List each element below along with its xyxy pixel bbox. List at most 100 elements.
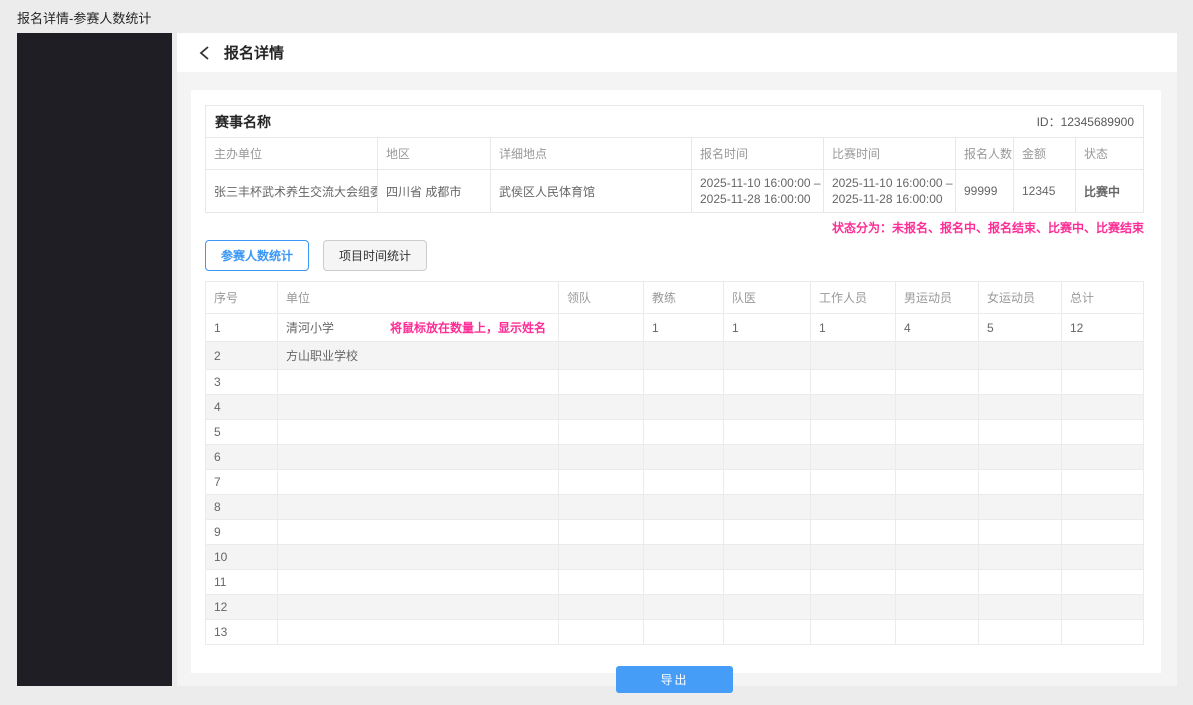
table-cell (644, 545, 724, 570)
table-row: 6 (206, 445, 1144, 470)
table-cell (278, 620, 559, 645)
table-cell (811, 420, 896, 445)
table-cell (811, 370, 896, 395)
hover-hint: 将鼠标放在数量上，显示姓名 (390, 319, 546, 336)
column-header: 女运动员 (979, 282, 1062, 314)
table-cell (278, 470, 559, 495)
table-row: 11 (206, 570, 1144, 595)
table-cell (1062, 620, 1144, 645)
table-cell (979, 520, 1062, 545)
main-content: 报名详情 赛事名称 ID：12345689900 主办单位地区详细地点报名时间比… (177, 33, 1177, 686)
table-row: 3 (206, 370, 1144, 395)
table-cell (979, 470, 1062, 495)
stats-header-row: 序号单位领队教练队医工作人员男运动员女运动员总计 (206, 282, 1144, 314)
export-button[interactable]: 导出 (616, 666, 732, 693)
header-bar: 报名详情 (177, 33, 1177, 72)
table-cell (811, 595, 896, 620)
match-time-cell: 2025-11-10 16:00:00 – 2025-11-28 16:00:0… (824, 170, 956, 213)
column-header: 工作人员 (811, 282, 896, 314)
table-cell (644, 620, 724, 645)
table-cell (811, 620, 896, 645)
table-cell (811, 495, 896, 520)
table-cell (1062, 570, 1144, 595)
event-name-label: 赛事名称 (215, 112, 271, 132)
table-cell (896, 420, 979, 445)
table-row: 13 (206, 620, 1144, 645)
table-cell (559, 595, 644, 620)
table-cell (896, 445, 979, 470)
back-button[interactable] (198, 45, 212, 61)
table-cell (644, 520, 724, 545)
table-cell: 9 (206, 520, 278, 545)
table-cell: 2 (206, 342, 278, 370)
table-cell (724, 395, 811, 420)
table-cell (896, 370, 979, 395)
table-cell (979, 445, 1062, 470)
table-cell (979, 370, 1062, 395)
table-cell (559, 520, 644, 545)
tab-bar: 参赛人数统计 项目时间统计 (205, 240, 1144, 271)
column-header: 报名人数 (956, 138, 1014, 170)
event-info-header-row: 主办单位地区详细地点报名时间比赛时间报名人数金额状态 (206, 138, 1144, 170)
table-cell (644, 445, 724, 470)
table-cell (559, 470, 644, 495)
column-header: 主办单位 (206, 138, 378, 170)
table-cell (1062, 445, 1144, 470)
table-cell (724, 445, 811, 470)
status-legend: 状态分为：未报名、报名中、报名结束、比赛中、比赛结束 (205, 219, 1144, 236)
table-cell (1062, 595, 1144, 620)
table-cell (979, 342, 1062, 370)
export-row: 导出 (205, 666, 1144, 693)
table-cell (1062, 545, 1144, 570)
table-cell (644, 570, 724, 595)
table-cell (559, 342, 644, 370)
tab-project-time-stats[interactable]: 项目时间统计 (323, 240, 427, 271)
column-header: 金额 (1014, 138, 1076, 170)
table-row: 12 (206, 595, 1144, 620)
table-cell: 13 (206, 620, 278, 645)
event-id: ID：12345689900 (1037, 113, 1134, 130)
signup-count-cell: 99999 (956, 170, 1014, 213)
table-cell (896, 570, 979, 595)
column-header: 状态 (1076, 138, 1144, 170)
table-cell (559, 420, 644, 445)
table-cell: 1 (811, 314, 896, 342)
column-header: 单位 (278, 282, 559, 314)
table-cell (1062, 370, 1144, 395)
unit-name: 清河小学 (286, 321, 334, 335)
window-title: 报名详情-参赛人数统计 (17, 8, 151, 27)
table-cell (979, 570, 1062, 595)
table-cell (278, 545, 559, 570)
table-cell (1062, 495, 1144, 520)
table-cell (1062, 395, 1144, 420)
column-header: 地区 (378, 138, 491, 170)
amount-cell: 12345 (1014, 170, 1076, 213)
table-cell (811, 470, 896, 495)
tab-participant-stats[interactable]: 参赛人数统计 (205, 240, 309, 271)
table-cell (979, 545, 1062, 570)
table-cell (811, 342, 896, 370)
table-cell (724, 520, 811, 545)
signup-time-start: 2025-11-10 16:00:00 – (700, 175, 815, 191)
table-cell (644, 395, 724, 420)
table-cell (724, 545, 811, 570)
table-cell (278, 395, 559, 420)
table-cell (1062, 470, 1144, 495)
sidebar (17, 33, 172, 686)
column-header: 比赛时间 (824, 138, 956, 170)
table-cell: 12 (206, 595, 278, 620)
table-cell (278, 595, 559, 620)
detail-card: 赛事名称 ID：12345689900 主办单位地区详细地点报名时间比赛时间报名… (191, 90, 1161, 673)
table-cell: 10 (206, 545, 278, 570)
table-cell (896, 495, 979, 520)
column-header: 队医 (724, 282, 811, 314)
table-row: 8 (206, 495, 1144, 520)
table-cell: 方山职业学校 (278, 342, 559, 370)
column-header: 教练 (644, 282, 724, 314)
table-cell (811, 520, 896, 545)
table-cell: 6 (206, 445, 278, 470)
status-badge: 比赛中 (1076, 170, 1144, 213)
column-header: 报名时间 (692, 138, 824, 170)
table-cell (979, 620, 1062, 645)
table-cell (811, 545, 896, 570)
